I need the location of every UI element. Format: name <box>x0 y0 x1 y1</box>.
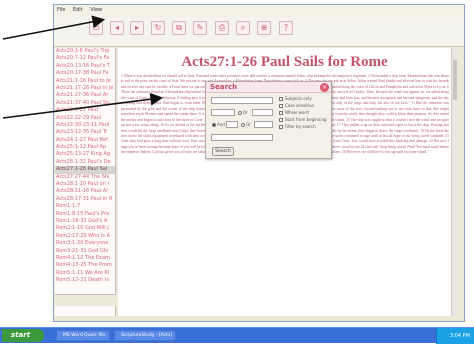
callout-arrows <box>2 15 164 119</box>
screen: File Edit View ▭ ◂ ▸ ↻ ⧉ ✎ ⎙ ⌕ ⊕? Acts20:1-6 Pau… <box>0 0 474 344</box>
callout-arrow-search <box>2 92 164 119</box>
callout-arrow-toolbar <box>2 15 106 40</box>
